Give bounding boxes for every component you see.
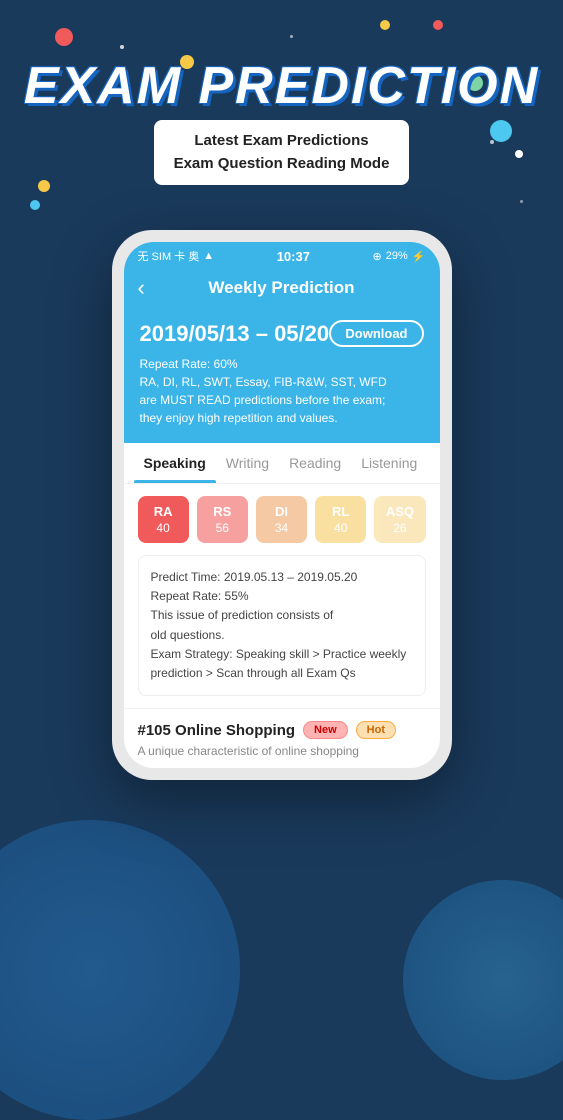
skill-buttons: RA 40 RS 56 DI 34 RL 40 ASQ 26: [124, 484, 440, 555]
prediction-info-box: Predict Time: 2019.05.13 – 2019.05.20 Re…: [138, 555, 426, 696]
badge-hot: Hot: [356, 721, 396, 739]
date-range: 2019/05/13 – 05/20: [140, 321, 330, 347]
main-title: EXAM PREDICTION: [24, 60, 539, 112]
skill-rs-button[interactable]: RS 56: [197, 496, 248, 543]
skill-ra-button[interactable]: RA 40: [138, 496, 189, 543]
phone-mockup: 无 SIM 卡 奥 ▲ 10:37 ⊕ 29% ⚡ ‹ Weekly Predi…: [112, 230, 452, 780]
badge-new: New: [303, 721, 348, 739]
app-header: ‹ Weekly Prediction: [124, 270, 440, 310]
info-text: Repeat Rate: 60% RA, DI, RL, SWT, Essay,…: [140, 355, 424, 427]
status-time: 10:37: [277, 249, 310, 264]
phone-screen: 无 SIM 卡 奥 ▲ 10:37 ⊕ 29% ⚡ ‹ Weekly Predi…: [124, 242, 440, 768]
title-area: EXAM PREDICTION Latest Exam Predictions …: [0, 60, 563, 185]
battery-icon: ⊕: [373, 250, 382, 263]
date-row: 2019/05/13 – 05/20 Download: [140, 320, 424, 347]
header-title: Weekly Prediction: [208, 278, 354, 298]
subtitle-line1: Latest Exam Predictions: [174, 130, 390, 153]
subtitle-line2: Exam Question Reading Mode: [174, 153, 390, 176]
tab-reading[interactable]: Reading: [279, 443, 351, 483]
pred-line3: This issue of prediction consists of: [151, 606, 413, 625]
subtitle-box: Latest Exam Predictions Exam Question Re…: [154, 120, 410, 185]
pred-line6: prediction > Scan through all Exam Qs: [151, 664, 413, 683]
status-bar: 无 SIM 卡 奥 ▲ 10:37 ⊕ 29% ⚡: [124, 242, 440, 270]
pred-time: Predict Time: 2019.05.13 – 2019.05.20: [151, 568, 413, 587]
values-text: they enjoy high repetition and values.: [140, 409, 424, 427]
pred-line4: old questions.: [151, 626, 413, 645]
tabs-row: Speaking Writing Reading Listening: [124, 443, 440, 484]
subjects-text: RA, DI, RL, SWT, Essay, FIB-R&W, SST, WF…: [140, 373, 424, 391]
tab-writing[interactable]: Writing: [216, 443, 279, 483]
skill-asq-button[interactable]: ASQ 26: [374, 496, 425, 543]
status-right: ⊕ 29% ⚡: [373, 250, 426, 263]
item-title: #105 Online Shopping: [138, 722, 296, 739]
repeat-rate-text: Repeat Rate: 60%: [140, 355, 424, 373]
tab-listening[interactable]: Listening: [351, 443, 427, 483]
carrier-text: 无 SIM 卡 奥: [138, 248, 200, 264]
pred-text: Predict Time: 2019.05.13 – 2019.05.20 Re…: [151, 568, 413, 683]
skill-di-button[interactable]: DI 34: [256, 496, 307, 543]
pred-repeat: Repeat Rate: 55%: [151, 587, 413, 606]
download-button[interactable]: Download: [329, 320, 423, 347]
wifi-icon: ▲: [203, 250, 214, 262]
status-left: 无 SIM 卡 奥 ▲: [138, 248, 215, 264]
battery-text: 29%: [386, 250, 408, 262]
item-description: A unique characteristic of online shoppi…: [138, 743, 426, 760]
info-section: 2019/05/13 – 05/20 Download Repeat Rate:…: [124, 310, 440, 443]
skill-rl-button[interactable]: RL 40: [315, 496, 366, 543]
back-button[interactable]: ‹: [138, 275, 145, 301]
phone-frame: 无 SIM 卡 奥 ▲ 10:37 ⊕ 29% ⚡ ‹ Weekly Predi…: [112, 230, 452, 780]
pred-line5: Exam Strategy: Speaking skill > Practice…: [151, 645, 413, 664]
tab-speaking[interactable]: Speaking: [134, 443, 216, 483]
item-title-row: #105 Online Shopping New Hot: [138, 721, 426, 739]
item-row: #105 Online Shopping New Hot A unique ch…: [124, 708, 440, 768]
must-read-text: are MUST READ predictions before the exa…: [140, 391, 424, 409]
lightning-icon: ⚡: [412, 250, 426, 263]
